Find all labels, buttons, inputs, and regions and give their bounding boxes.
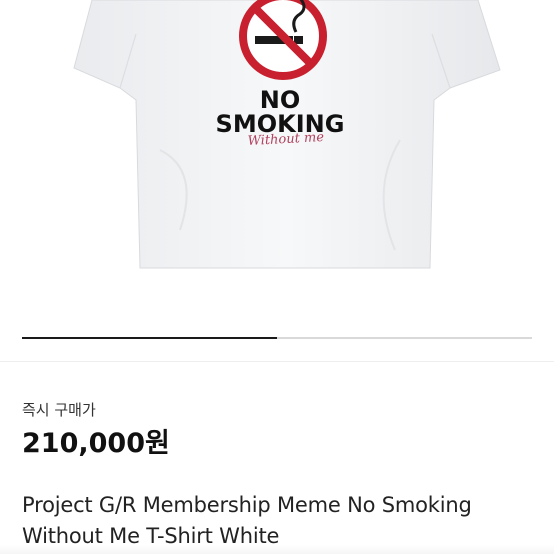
tshirt-illustration: NO SMOKING Without me xyxy=(73,0,501,269)
price: 210,000원 xyxy=(22,428,170,459)
no-smoking-sign-icon xyxy=(239,0,327,80)
section-divider xyxy=(0,361,554,362)
product-image[interactable]: NO SMOKING Without me xyxy=(0,0,554,360)
carousel-progress-bar xyxy=(22,337,277,339)
product-title: Project G/R Membership Meme No Smoking W… xyxy=(22,493,472,548)
bottom-fade xyxy=(0,545,554,554)
carousel-indicator xyxy=(22,337,532,339)
purchase-type-label: 즉시 구매가 xyxy=(22,401,96,419)
